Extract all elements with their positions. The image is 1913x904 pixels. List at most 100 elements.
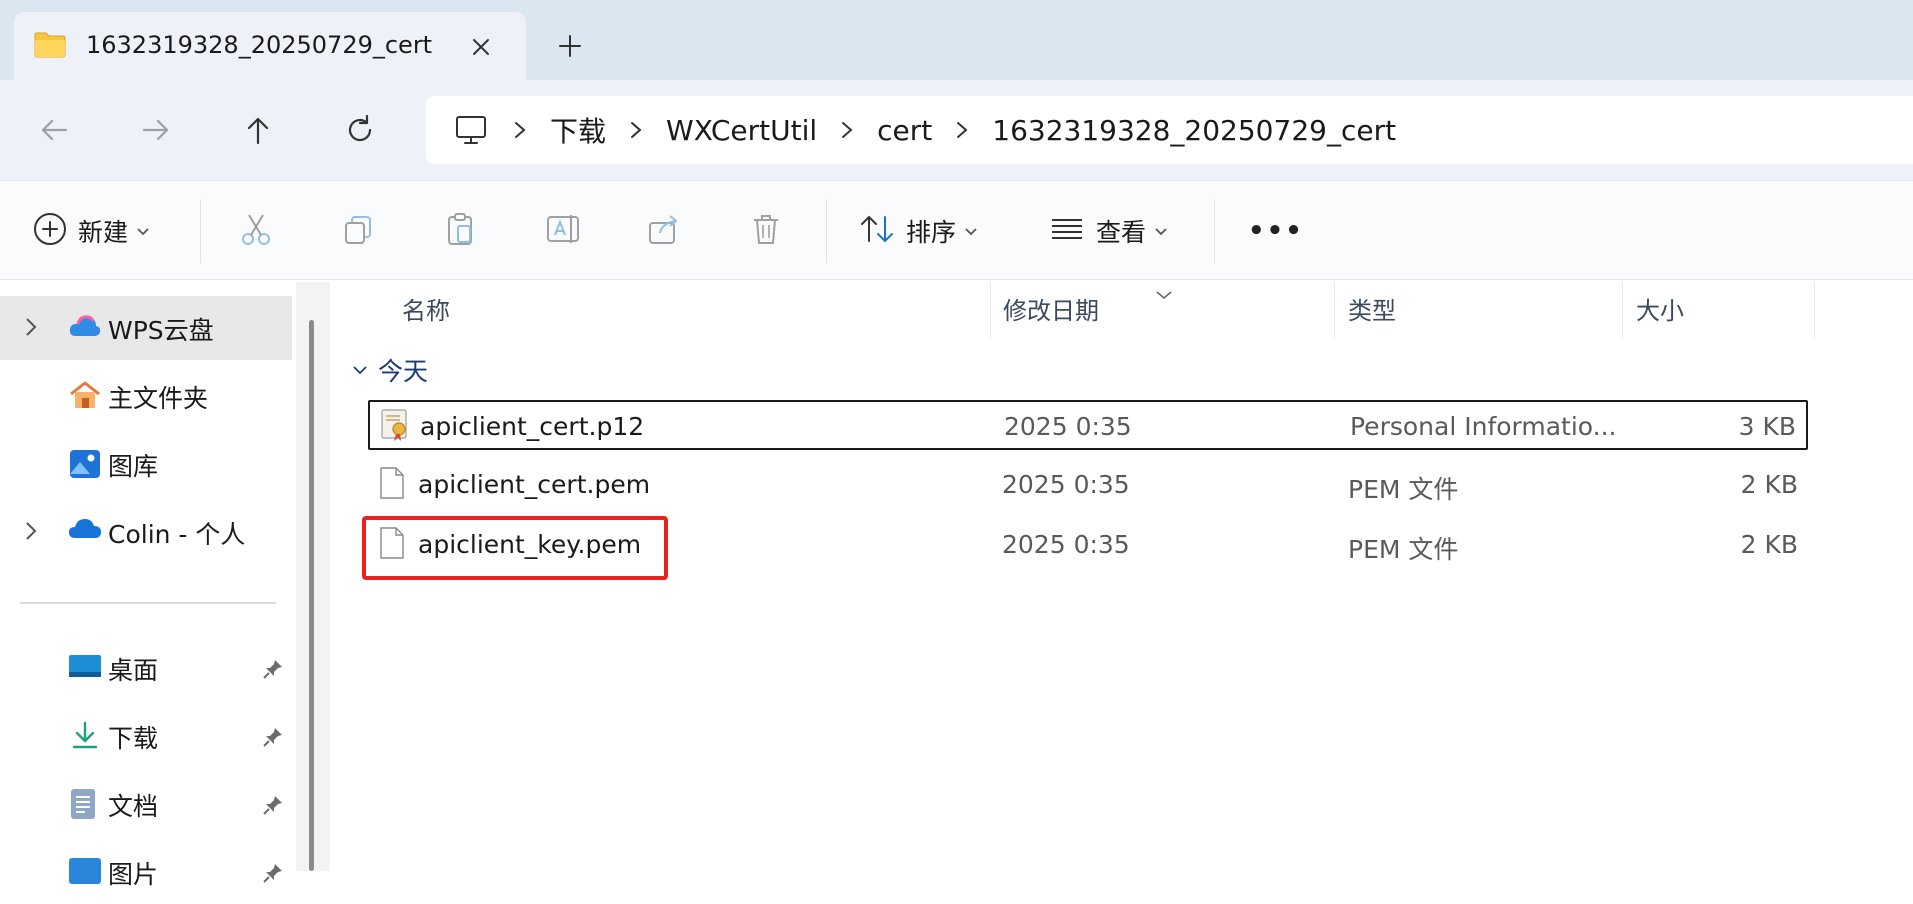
back-icon[interactable] <box>34 110 74 150</box>
divider <box>826 199 827 263</box>
column-header-name[interactable]: 名称 <box>402 282 450 340</box>
trash-icon <box>748 211 784 251</box>
chevron-down-icon <box>964 222 978 241</box>
new-button[interactable]: 新建 <box>32 181 150 281</box>
chevron-right-icon[interactable] <box>24 520 38 546</box>
cut-button[interactable] <box>238 181 274 281</box>
sidebar-item-label: 图片 <box>108 860 159 889</box>
more-options-button[interactable]: ••• <box>1248 181 1304 281</box>
copy-button[interactable] <box>340 181 376 281</box>
column-divider[interactable] <box>1814 282 1815 338</box>
breadcrumb-item-wxcertutil[interactable]: WXCertUtil <box>666 114 817 147</box>
sidebar-item-onedrive[interactable]: Colin - 个人 <box>0 500 292 564</box>
sort-button-label: 排序 <box>906 218 957 247</box>
view-button-label: 查看 <box>1096 218 1147 247</box>
title-bar: 1632319328_20250729_cert <box>0 0 1913 80</box>
group-header-today[interactable]: 今天 <box>352 350 428 390</box>
column-header-size[interactable]: 大小 <box>1636 282 1684 340</box>
file-name: apiclient_cert.p12 <box>420 412 645 441</box>
desktop-icon <box>68 652 102 684</box>
share-button[interactable] <box>646 181 682 281</box>
sidebar-item-pictures[interactable]: 图片 <box>0 840 292 904</box>
file-type: PEM 文件 <box>1348 535 1459 564</box>
chevron-down-icon <box>1154 222 1168 241</box>
sidebar-item-label: 下载 <box>108 724 159 753</box>
sidebar-item-documents[interactable]: 文档 <box>0 772 292 836</box>
clipboard-icon <box>442 211 478 251</box>
documents-icon <box>68 788 98 824</box>
column-divider[interactable] <box>990 282 991 338</box>
home-icon <box>68 380 102 414</box>
address-bar[interactable]: 下载 WXCertUtil cert 1632319328_20250729_c… <box>426 96 1913 164</box>
tab-title: 1632319328_20250729_cert <box>86 31 433 59</box>
file-name: apiclient_cert.pem <box>418 470 651 499</box>
chevron-right-icon[interactable] <box>932 120 992 141</box>
sidebar-item-label: 主文件夹 <box>108 384 209 413</box>
scissors-icon <box>238 211 274 251</box>
copy-icon <box>340 211 376 251</box>
file-row-apiclient-cert-p12[interactable]: apiclient_cert.p12 2025 0:35 Personal In… <box>368 400 1808 450</box>
chevron-right-icon[interactable] <box>817 120 877 141</box>
sidebar-item-wps-cloud[interactable]: WPS云盘 <box>0 296 292 360</box>
sidebar-item-desktop[interactable]: 桌面 <box>0 636 292 700</box>
view-button[interactable]: 查看 <box>1048 181 1168 281</box>
sort-icon <box>858 211 896 251</box>
sidebar-divider <box>20 602 276 604</box>
pin-icon[interactable] <box>262 658 284 684</box>
forward-icon[interactable] <box>136 110 176 150</box>
file-size: 2 KB <box>1740 470 1798 499</box>
gallery-icon <box>68 448 102 484</box>
divider <box>1214 199 1215 263</box>
view-list-icon <box>1048 211 1086 251</box>
sidebar-item-gallery[interactable]: 图库 <box>0 432 292 496</box>
chevron-right-icon[interactable] <box>24 316 38 342</box>
sidebar-item-label: 图库 <box>108 452 159 481</box>
sidebar-scrollbar-thumb[interactable] <box>309 320 314 871</box>
tab-current-folder[interactable]: 1632319328_20250729_cert <box>14 12 526 80</box>
column-header-type[interactable]: 类型 <box>1348 282 1396 340</box>
sort-indicator-icon <box>1154 286 1174 305</box>
breadcrumb: 下载 WXCertUtil cert 1632319328_20250729_c… <box>452 96 1396 164</box>
command-bar: 新建 排序 查看 ••• <box>0 180 1913 280</box>
file-size: 3 KB <box>1738 412 1796 441</box>
new-button-label: 新建 <box>78 218 129 247</box>
this-pc-icon[interactable] <box>452 111 490 149</box>
file-date: 2025 0:35 <box>1002 470 1130 499</box>
pin-icon[interactable] <box>262 794 284 820</box>
new-tab-icon[interactable] <box>552 28 588 64</box>
sort-button[interactable]: 排序 <box>858 181 978 281</box>
pictures-icon <box>68 856 102 890</box>
certificate-icon <box>380 408 410 446</box>
breadcrumb-item-downloads[interactable]: 下载 <box>550 110 606 150</box>
sidebar-item-label: 桌面 <box>108 656 159 685</box>
sidebar-item-home[interactable]: 主文件夹 <box>0 364 292 428</box>
rename-button[interactable] <box>544 181 582 281</box>
pin-icon[interactable] <box>262 726 284 752</box>
column-divider[interactable] <box>1622 282 1623 338</box>
file-row-apiclient-cert-pem[interactable]: apiclient_cert.pem 2025 0:35 PEM 文件 2 KB <box>368 460 1808 510</box>
chevron-right-icon[interactable] <box>490 120 550 141</box>
sidebar-item-label: 文档 <box>108 792 159 821</box>
more-icon: ••• <box>1248 216 1304 246</box>
breadcrumb-item-current[interactable]: 1632319328_20250729_cert <box>992 114 1396 147</box>
onedrive-icon <box>68 516 102 544</box>
chevron-right-icon[interactable] <box>606 120 666 141</box>
file-type: PEM 文件 <box>1348 475 1459 504</box>
sidebar-item-downloads[interactable]: 下载 <box>0 704 292 768</box>
file-date: 2025 0:35 <box>1002 530 1130 559</box>
share-icon <box>646 211 682 251</box>
paste-button[interactable] <box>442 181 478 281</box>
sidebar-item-label: WPS云盘 <box>108 316 214 345</box>
file-size: 2 KB <box>1740 530 1798 559</box>
up-icon[interactable] <box>238 110 278 150</box>
close-tab-icon[interactable] <box>464 30 498 64</box>
navigation-bar: 下载 WXCertUtil cert 1632319328_20250729_c… <box>0 80 1913 180</box>
file-icon <box>378 466 406 504</box>
column-header-date[interactable]: 修改日期 <box>1003 282 1099 340</box>
column-divider[interactable] <box>1334 282 1335 338</box>
refresh-icon[interactable] <box>340 110 380 150</box>
breadcrumb-item-cert[interactable]: cert <box>877 114 932 147</box>
pin-icon[interactable] <box>262 862 284 888</box>
delete-button[interactable] <box>748 181 784 281</box>
navigation-pane: WPS云盘 主文件夹 图库 Colin - 个人 桌面 下载 文档 图片 <box>0 282 296 889</box>
